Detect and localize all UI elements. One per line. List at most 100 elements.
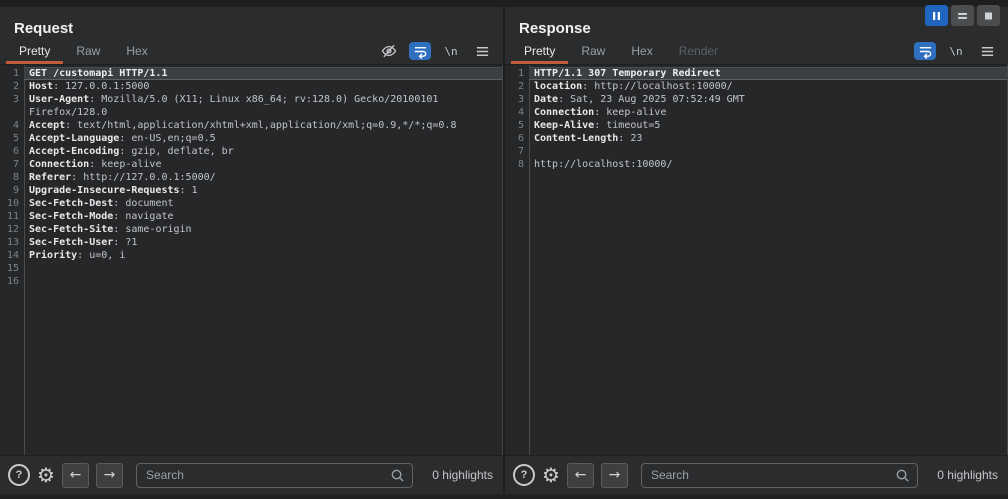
newline-icon[interactable]: \n bbox=[945, 42, 967, 60]
line-text[interactable]: Host: 127.0.0.1:5000 bbox=[24, 80, 502, 93]
header-name: Connection bbox=[29, 159, 89, 170]
tab-pretty[interactable]: Pretty bbox=[511, 40, 568, 64]
search-input[interactable] bbox=[136, 463, 413, 488]
tab-hex[interactable]: Hex bbox=[113, 40, 160, 64]
header-name: Sec-Fetch-User bbox=[29, 237, 113, 248]
gear-icon[interactable]: ⚙ bbox=[542, 465, 560, 485]
line-text[interactable]: User-Agent: Mozilla/5.0 (X11; Linux x86_… bbox=[24, 93, 502, 119]
line-text[interactable]: Sec-Fetch-Site: same-origin bbox=[24, 223, 502, 236]
header-value: : document bbox=[113, 198, 173, 209]
line-text[interactable]: Accept: text/html,application/xhtml+xml,… bbox=[24, 119, 502, 132]
line-text[interactable]: Connection: keep-alive bbox=[24, 158, 502, 171]
header-value: : 1 bbox=[180, 185, 198, 196]
line-text[interactable]: Upgrade-Insecure-Requests: 1 bbox=[24, 184, 502, 197]
line-text[interactable]: Accept-Language: en-US,en;q=0.5 bbox=[24, 132, 502, 145]
find-previous-button[interactable]: ← bbox=[62, 463, 89, 488]
highlights-count: 0 highlights bbox=[925, 468, 998, 482]
newline-icon[interactable]: \n bbox=[440, 42, 462, 60]
header-value: : gzip, deflate, br bbox=[119, 146, 233, 157]
menu-icon[interactable] bbox=[471, 42, 493, 60]
panels-container: Request PrettyRawHex \n 1GET /customapi … bbox=[0, 7, 1008, 494]
line-text[interactable] bbox=[24, 275, 502, 288]
header-name: Content-Length bbox=[534, 133, 618, 144]
line-number: 11 bbox=[0, 210, 24, 223]
tab-raw[interactable]: Raw bbox=[568, 40, 618, 64]
tab-hex[interactable]: Hex bbox=[618, 40, 665, 64]
tab-bar: PrettyRawHex bbox=[6, 40, 161, 64]
wrap-icon[interactable] bbox=[914, 42, 936, 60]
line-number: 3 bbox=[0, 93, 24, 119]
help-icon[interactable]: ? bbox=[513, 464, 535, 486]
tab-raw[interactable]: Raw bbox=[63, 40, 113, 64]
code-line: 2location: http://localhost:10000/ bbox=[505, 80, 1007, 93]
layout-square-button[interactable] bbox=[977, 5, 1000, 26]
code-editor[interactable]: 1GET /customapi HTTP/1.12Host: 127.0.0.1… bbox=[0, 64, 503, 455]
code-line: 14Priority: u=0, i bbox=[0, 249, 502, 262]
line-number: 4 bbox=[505, 106, 529, 119]
header-name: Sec-Fetch-Mode bbox=[29, 211, 113, 222]
gear-icon[interactable]: ⚙ bbox=[37, 465, 55, 485]
line-text[interactable]: Date: Sat, 23 Aug 2025 07:52:49 GMT bbox=[529, 93, 1007, 106]
line-number: 13 bbox=[0, 236, 24, 249]
code-line: 13Sec-Fetch-User: ?1 bbox=[0, 236, 502, 249]
menu-icon[interactable] bbox=[976, 42, 998, 60]
header-value: : en-US,en;q=0.5 bbox=[119, 133, 215, 144]
code-editor[interactable]: 1HTTP/1.1 307 Temporary Redirect2locatio… bbox=[505, 64, 1008, 455]
header-value: : same-origin bbox=[113, 224, 191, 235]
message-editor-window: Request PrettyRawHex \n 1GET /customapi … bbox=[0, 0, 1008, 499]
response-panel: Response PrettyRawHexRender \n 1HTTP/1.1… bbox=[503, 7, 1008, 494]
line-text[interactable]: http://localhost:10000/ bbox=[529, 158, 1007, 171]
tab-render[interactable]: Render bbox=[666, 40, 731, 64]
code-line: 7Connection: keep-alive bbox=[0, 158, 502, 171]
line-text[interactable]: GET /customapi HTTP/1.1 bbox=[24, 67, 502, 80]
code-line: 16 bbox=[0, 275, 502, 288]
line-number: 5 bbox=[505, 119, 529, 132]
search-input[interactable] bbox=[641, 463, 918, 488]
line-text[interactable]: HTTP/1.1 307 Temporary Redirect bbox=[529, 67, 1007, 80]
header-name: User-Agent bbox=[29, 94, 89, 105]
line-text[interactable]: Connection: keep-alive bbox=[529, 106, 1007, 119]
header-name: location bbox=[534, 81, 582, 92]
line-text[interactable]: location: http://localhost:10000/ bbox=[529, 80, 1007, 93]
code-line: 1GET /customapi HTTP/1.1 bbox=[0, 67, 502, 80]
header-value: : 23 bbox=[618, 133, 642, 144]
wrap-icon[interactable] bbox=[409, 42, 431, 60]
response-tab-row: PrettyRawHexRender \n bbox=[505, 40, 1008, 64]
header-value: : 127.0.0.1:5000 bbox=[53, 81, 149, 92]
line-text[interactable]: Sec-Fetch-User: ?1 bbox=[24, 236, 502, 249]
line-number: 8 bbox=[0, 171, 24, 184]
header-value: : http://127.0.0.1:5000/ bbox=[71, 172, 216, 183]
pause-button[interactable] bbox=[925, 5, 948, 26]
line-text[interactable]: Keep-Alive: timeout=5 bbox=[529, 119, 1007, 132]
header-value: : text/html,application/xhtml+xml,applic… bbox=[65, 120, 456, 131]
line-number: 8 bbox=[505, 158, 529, 171]
layout-rows-button[interactable] bbox=[951, 5, 974, 26]
tab-bar: PrettyRawHexRender bbox=[511, 40, 731, 64]
line-number: 4 bbox=[0, 119, 24, 132]
help-icon[interactable]: ? bbox=[8, 464, 30, 486]
tab-pretty[interactable]: Pretty bbox=[6, 40, 63, 64]
request-panel-title: Request bbox=[14, 20, 503, 40]
header-name: Referer bbox=[29, 172, 71, 183]
line-text[interactable]: Sec-Fetch-Dest: document bbox=[24, 197, 502, 210]
find-next-button[interactable]: → bbox=[601, 463, 628, 488]
line-text[interactable]: Content-Length: 23 bbox=[529, 132, 1007, 145]
code-line: 11Sec-Fetch-Mode: navigate bbox=[0, 210, 502, 223]
line-text[interactable]: Accept-Encoding: gzip, deflate, br bbox=[24, 145, 502, 158]
line-number: 2 bbox=[505, 80, 529, 93]
header-name: Priority bbox=[29, 250, 77, 261]
line-text[interactable]: Referer: http://127.0.0.1:5000/ bbox=[24, 171, 502, 184]
line-text[interactable]: Priority: u=0, i bbox=[24, 249, 502, 262]
line-number: 1 bbox=[0, 67, 24, 80]
line-text[interactable] bbox=[24, 262, 502, 275]
editor-toolbar-icons: \n bbox=[378, 42, 493, 64]
eye-off-icon[interactable] bbox=[378, 42, 400, 60]
line-number: 15 bbox=[0, 262, 24, 275]
code-line: 10Sec-Fetch-Dest: document bbox=[0, 197, 502, 210]
line-text[interactable] bbox=[529, 145, 1007, 158]
find-previous-button[interactable]: ← bbox=[567, 463, 594, 488]
find-next-button[interactable]: → bbox=[96, 463, 123, 488]
code-line: 3Date: Sat, 23 Aug 2025 07:52:49 GMT bbox=[505, 93, 1007, 106]
line-number: 12 bbox=[0, 223, 24, 236]
line-text[interactable]: Sec-Fetch-Mode: navigate bbox=[24, 210, 502, 223]
